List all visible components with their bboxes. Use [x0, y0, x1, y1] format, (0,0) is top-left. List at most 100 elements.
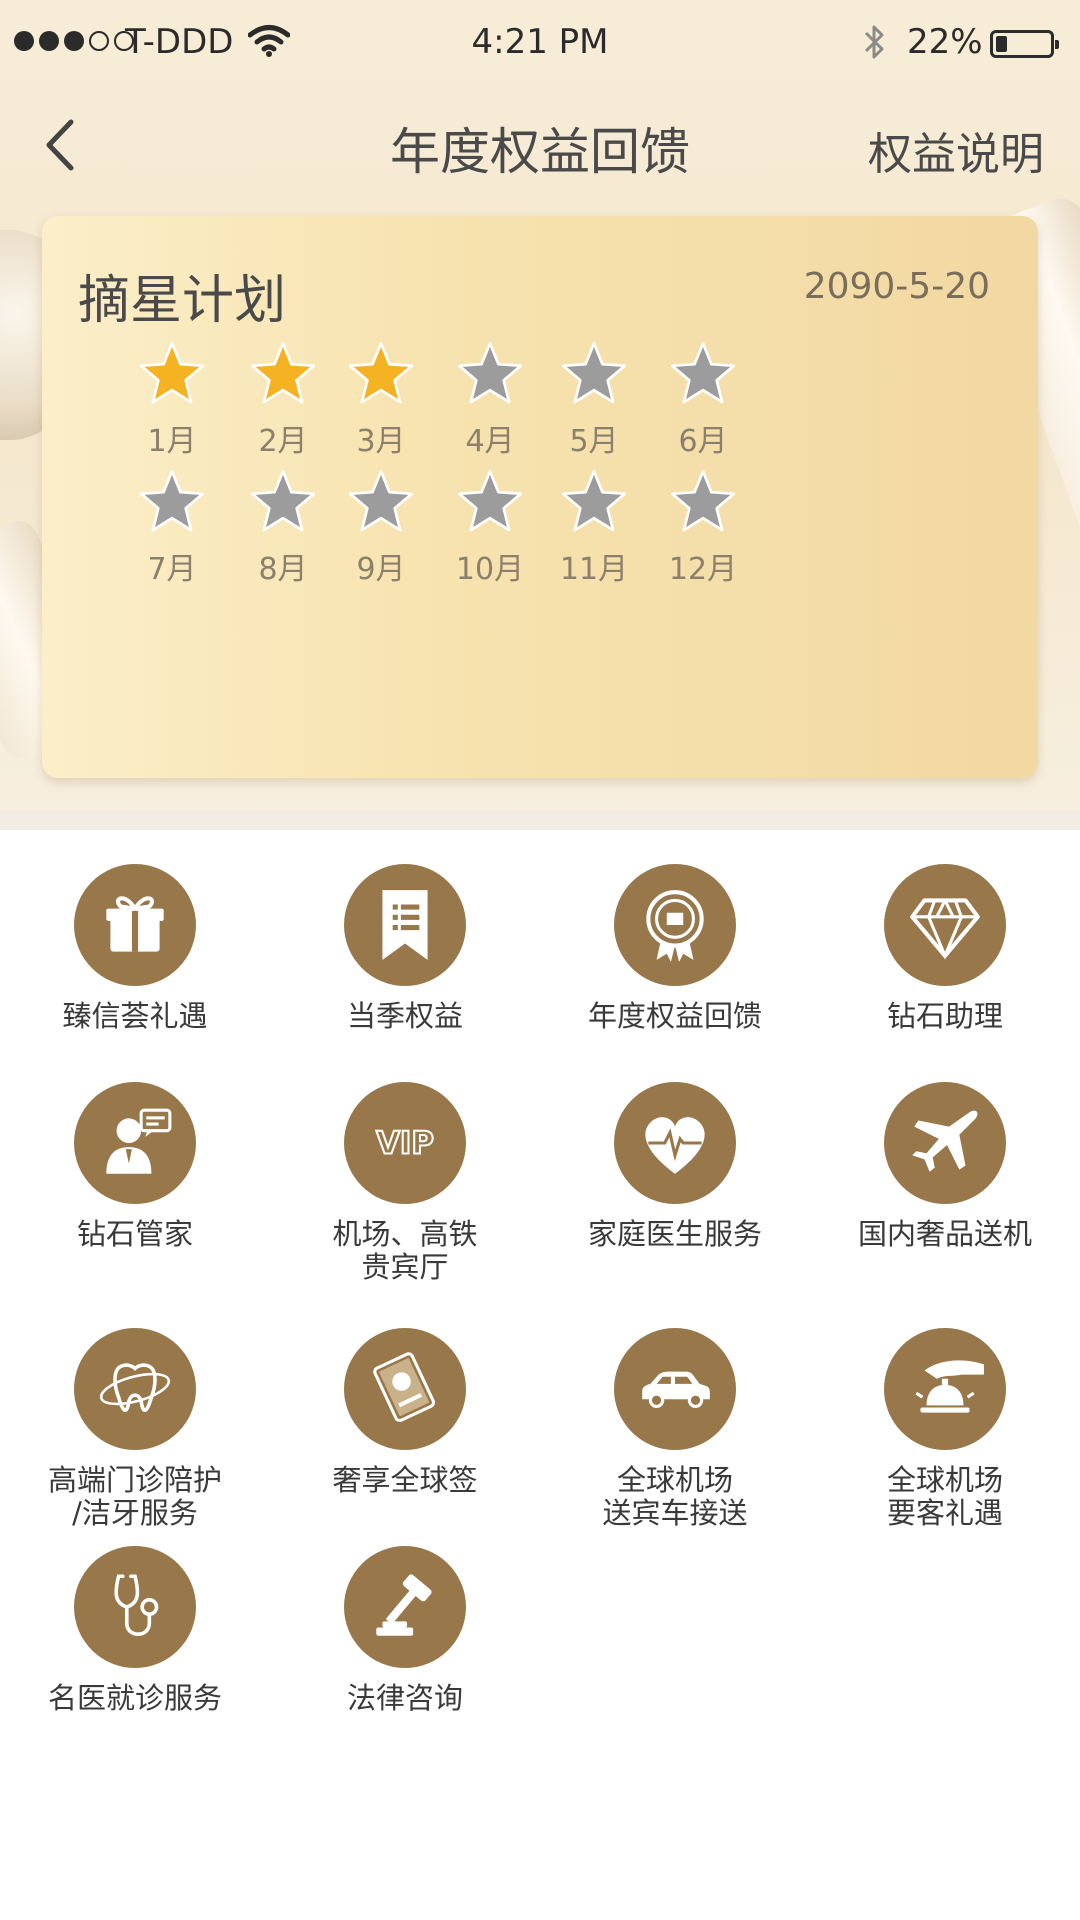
heart-pulse-icon-circle [614, 1082, 736, 1204]
star-filled-icon [348, 342, 414, 404]
ribbon-list-icon-circle [344, 864, 466, 986]
month-star-5: 5月 [539, 338, 649, 468]
star-empty-icon [670, 470, 736, 532]
battery-icon [990, 30, 1059, 58]
month-star-3: 3月 [326, 338, 436, 468]
service-label: 当季权益 [346, 999, 463, 1033]
service-label: 名医就诊服务 [47, 1681, 222, 1715]
airplane-icon [912, 1110, 978, 1172]
service-label: 年度权益回馈 [587, 999, 762, 1033]
star-plan-card: 摘星计划 2090-5-20 1月 2月 3月 4月 5月 6月 7月 8月 9月 10月 11月 1… [42, 216, 1038, 778]
benefits-explanation-link[interactable]: 权益说明 [868, 118, 1044, 182]
heart-pulse-icon [645, 1117, 705, 1174]
service-label: 法律咨询 [346, 1681, 463, 1715]
month-star-6: 6月 [648, 338, 758, 468]
gavel-icon-circle [344, 1546, 466, 1668]
award-badge-icon-circle [614, 864, 736, 986]
car-icon [642, 1371, 710, 1408]
service-label: 钻石管家 [76, 1217, 193, 1251]
service-item-9[interactable]: 高端门诊陪护 /洁牙服务 [0, 1328, 270, 1530]
bluetooth-icon [862, 22, 888, 71]
star-empty-icon [561, 342, 627, 404]
gift-icon-circle [74, 864, 196, 986]
service-item-12[interactable]: 全球机场 要客礼遇 [810, 1328, 1080, 1530]
service-item-14[interactable]: 法律咨询 [270, 1546, 540, 1715]
service-item-7[interactable]: 家庭医生服务 [540, 1082, 810, 1251]
star-filled-icon [250, 342, 316, 404]
stethoscope-icon-circle [74, 1546, 196, 1668]
star-empty-icon [348, 470, 414, 532]
service-item-11[interactable]: 全球机场 送宾车接送 [540, 1328, 810, 1530]
svg-text:VIP: VIP [376, 1125, 434, 1161]
tooth-icon-circle [74, 1328, 196, 1450]
month-star-2: 2月 [228, 338, 338, 468]
stethoscope-icon [114, 1574, 159, 1636]
passport-icon [373, 1352, 436, 1423]
service-label: 高端门诊陪护 /洁牙服务 [47, 1463, 222, 1530]
gift-icon [106, 896, 164, 952]
month-label: 1月 [147, 424, 197, 459]
month-label: 9月 [356, 552, 406, 587]
ribbon-list-icon [382, 890, 428, 960]
month-star-12: 12月 [648, 466, 758, 596]
vip-icon: VIP [375, 1124, 435, 1162]
star-empty-icon [561, 470, 627, 532]
status-bar: T-DDD 4:21 PM 22% [0, 0, 1080, 90]
diamond-icon [910, 898, 980, 960]
service-item-8[interactable]: 国内奢品送机 [810, 1082, 1080, 1251]
star-empty-icon [457, 470, 523, 532]
airplane-icon-circle [884, 1082, 1006, 1204]
star-empty-icon [250, 470, 316, 532]
service-item-2[interactable]: 当季权益 [270, 864, 540, 1033]
month-star-8: 8月 [228, 466, 338, 596]
service-label: 国内奢品送机 [857, 1217, 1032, 1251]
service-label: 奢享全球签 [332, 1463, 478, 1497]
month-star-1: 1月 [117, 338, 227, 468]
month-label: 7月 [147, 552, 197, 587]
service-label: 机场、高铁 贵宾厅 [332, 1217, 478, 1284]
service-label: 钻石助理 [886, 999, 1003, 1033]
month-label: 12月 [668, 552, 738, 587]
month-label: 6月 [678, 424, 728, 459]
butler-icon-circle [74, 1082, 196, 1204]
service-item-10[interactable]: 奢享全球签 [270, 1328, 540, 1497]
service-item-4[interactable]: 钻石助理 [810, 864, 1080, 1033]
month-label: 2月 [258, 424, 308, 459]
month-star-4: 4月 [435, 338, 545, 468]
month-star-grid: 1月 2月 3月 4月 5月 6月 7月 8月 9月 10月 11月 12月 [42, 216, 1038, 778]
service-item-3[interactable]: 年度权益回馈 [540, 864, 810, 1033]
diamond-icon-circle [884, 864, 1006, 986]
month-star-11: 11月 [539, 466, 649, 596]
service-label: 全球机场 送宾车接送 [602, 1463, 748, 1530]
month-label: 4月 [465, 424, 515, 459]
service-item-1[interactable]: 臻信荟礼遇 [0, 864, 270, 1033]
hero-divider [0, 810, 1080, 830]
service-item-13[interactable]: 名医就诊服务 [0, 1546, 270, 1715]
month-star-9: 9月 [326, 466, 436, 596]
star-empty-icon [457, 342, 523, 404]
passport-icon-circle [344, 1328, 466, 1450]
month-label: 3月 [356, 424, 406, 459]
month-label: 10月 [455, 552, 525, 587]
butler-icon [106, 1108, 172, 1174]
award-badge-icon [646, 890, 704, 962]
month-star-10: 10月 [435, 466, 545, 596]
service-bell-icon-circle [884, 1328, 1006, 1450]
star-filled-icon [139, 342, 205, 404]
month-star-7: 7月 [117, 466, 227, 596]
service-bell-icon [915, 1360, 984, 1413]
service-label: 臻信荟礼遇 [62, 999, 208, 1033]
month-label: 11月 [559, 552, 629, 587]
battery-percentage: 22% [907, 22, 983, 62]
star-empty-icon [670, 342, 736, 404]
battery-level [996, 36, 1007, 52]
car-icon-circle [614, 1328, 736, 1450]
month-label: 8月 [258, 552, 308, 587]
month-label: 5月 [569, 424, 619, 459]
service-label: 全球机场 要客礼遇 [886, 1463, 1003, 1530]
star-empty-icon [139, 470, 205, 532]
vip-icon-circle: VIP [344, 1082, 466, 1204]
service-item-6[interactable]: VIP 机场、高铁 贵宾厅 [270, 1082, 540, 1284]
service-item-5[interactable]: 钻石管家 [0, 1082, 270, 1251]
service-label: 家庭医生服务 [587, 1217, 762, 1251]
